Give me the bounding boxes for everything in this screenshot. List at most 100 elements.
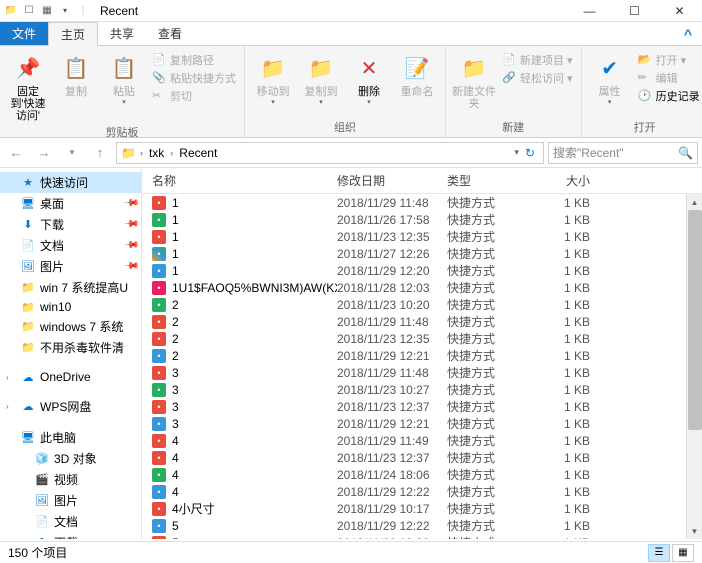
breadcrumb[interactable]: txk bbox=[147, 146, 166, 160]
sidebar-item[interactable]: 🎬视频 bbox=[0, 469, 141, 490]
sidebar-item[interactable]: 📄文档📌 bbox=[0, 235, 141, 256]
addr-dropdown-icon[interactable]: ▾ bbox=[514, 147, 519, 158]
file-type: 快捷方式 bbox=[447, 296, 542, 313]
sidebar-item[interactable]: 🖥桌面📌 bbox=[0, 193, 141, 214]
file-row[interactable]: •1 2018/11/29 12:20 快捷方式 1 KB bbox=[142, 262, 702, 279]
folder-icon: ⬇ bbox=[34, 536, 50, 540]
tab-file[interactable]: 文件 bbox=[0, 22, 48, 45]
paste-shortcut-button[interactable]: 📎粘贴快捷方式 bbox=[152, 70, 236, 86]
view-icons-button[interactable]: ▦ bbox=[672, 544, 694, 562]
up-button[interactable]: ↑ bbox=[88, 141, 112, 165]
sidebar-item[interactable]: 🧊3D 对象 bbox=[0, 448, 141, 469]
open-button[interactable]: 📂打开 ▾ bbox=[638, 52, 700, 68]
scroll-thumb[interactable] bbox=[688, 210, 702, 430]
history-button[interactable]: 🕑历史记录 bbox=[638, 88, 700, 104]
sidebar-item[interactable]: ⬇下载📌 bbox=[0, 214, 141, 235]
paste-button[interactable]: 📋 粘贴 ▾ bbox=[102, 48, 146, 106]
file-row[interactable]: •3 2018/11/29 11:48 快捷方式 1 KB bbox=[142, 364, 702, 381]
copyto-button[interactable]: 📁 复制到▾ bbox=[299, 48, 343, 106]
file-row[interactable]: •4 2018/11/29 11:49 快捷方式 1 KB bbox=[142, 432, 702, 449]
sidebar-item[interactable]: 📄文档 bbox=[0, 511, 141, 532]
file-row[interactable]: •1U1$FAOQ5%BWNI3M)AW(KXU 2018/11/28 12:0… bbox=[142, 279, 702, 296]
file-date: 2018/11/29 11:48 bbox=[337, 196, 447, 210]
file-row[interactable]: •2 2018/11/29 12:21 快捷方式 1 KB bbox=[142, 347, 702, 364]
file-row[interactable]: •2 2018/11/23 10:20 快捷方式 1 KB bbox=[142, 296, 702, 313]
file-row[interactable]: •2 2018/11/29 11:48 快捷方式 1 KB bbox=[142, 313, 702, 330]
breadcrumb[interactable]: Recent bbox=[177, 146, 219, 160]
sidebar-item-onedrive[interactable]: › ☁ OneDrive bbox=[0, 368, 141, 386]
search-input[interactable]: 搜索"Recent" 🔍 bbox=[548, 142, 698, 164]
cut-button[interactable]: ✂剪切 bbox=[152, 88, 236, 104]
help-icon[interactable]: ^ bbox=[674, 22, 702, 45]
refresh-icon[interactable]: ↻ bbox=[525, 146, 535, 160]
file-row[interactable]: •1 2018/11/27 12:26 快捷方式 1 KB bbox=[142, 245, 702, 262]
easy-access-button[interactable]: 🔗轻松访问 ▾ bbox=[502, 70, 573, 86]
file-row[interactable]: •1 2018/11/26 17:58 快捷方式 1 KB bbox=[142, 211, 702, 228]
tab-home[interactable]: 主页 bbox=[48, 22, 98, 46]
scrollbar[interactable]: ▲ ▼ bbox=[686, 194, 702, 539]
chevron-right-icon[interactable]: › bbox=[168, 148, 175, 158]
maximize-button[interactable]: ☐ bbox=[612, 0, 657, 22]
file-row[interactable]: •5 2018/11/23 12:38 快捷方式 1 KB bbox=[142, 534, 702, 539]
new-item-button[interactable]: 📄新建项目 ▾ bbox=[502, 52, 573, 68]
view-details-button[interactable]: ☰ bbox=[648, 544, 670, 562]
search-icon[interactable]: 🔍 bbox=[678, 146, 693, 160]
sidebar-item-thispc[interactable]: 🖥 此电脑 bbox=[0, 427, 141, 448]
column-header-size[interactable]: 大小 bbox=[542, 172, 602, 189]
file-row[interactable]: •3 2018/11/23 12:37 快捷方式 1 KB bbox=[142, 398, 702, 415]
file-name: 2 bbox=[172, 332, 179, 346]
copy-button[interactable]: 📋 复制 bbox=[54, 48, 98, 98]
column-header-name[interactable]: 名称 bbox=[142, 172, 337, 189]
sidebar-item[interactable]: ⬇下载 bbox=[0, 532, 141, 539]
address-bar[interactable]: 📁 › txk › Recent ▾ ↻ bbox=[116, 142, 544, 164]
file-row[interactable]: •4 2018/11/23 12:37 快捷方式 1 KB bbox=[142, 449, 702, 466]
qat-icon-1[interactable]: ☐ bbox=[22, 4, 36, 18]
file-type: 快捷方式 bbox=[447, 517, 542, 534]
file-row[interactable]: •3 2018/11/29 12:21 快捷方式 1 KB bbox=[142, 415, 702, 432]
file-row[interactable]: •4 2018/11/24 18:06 快捷方式 1 KB bbox=[142, 466, 702, 483]
forward-button[interactable]: → bbox=[32, 141, 56, 165]
delete-button[interactable]: ✕ 删除▾ bbox=[347, 48, 391, 106]
moveto-button[interactable]: 📁 移动到▾ bbox=[251, 48, 295, 106]
file-row[interactable]: •2 2018/11/23 12:35 快捷方式 1 KB bbox=[142, 330, 702, 347]
close-button[interactable]: ✕ bbox=[657, 0, 702, 22]
file-row[interactable]: •1 2018/11/23 12:35 快捷方式 1 KB bbox=[142, 228, 702, 245]
sidebar-item[interactable]: 📁windows 7 系统 bbox=[0, 316, 141, 337]
expand-icon[interactable]: › bbox=[6, 373, 16, 382]
qat-icon-2[interactable]: ▦ bbox=[40, 4, 54, 18]
sidebar-item[interactable]: 📁win 7 系统提高U bbox=[0, 277, 141, 298]
expand-icon[interactable]: › bbox=[6, 402, 16, 411]
scroll-up-icon[interactable]: ▲ bbox=[687, 194, 702, 210]
sidebar-item-quickaccess[interactable]: ★ 快速访问 bbox=[0, 172, 141, 193]
edit-button[interactable]: ✏编辑 bbox=[638, 70, 700, 86]
sidebar-item[interactable]: 🖼图片 bbox=[0, 490, 141, 511]
file-row[interactable]: •5 2018/11/29 12:22 快捷方式 1 KB bbox=[142, 517, 702, 534]
new-folder-button[interactable]: 📁 新建文件夹 bbox=[452, 48, 496, 110]
sidebar-item[interactable]: 🖼图片📌 bbox=[0, 256, 141, 277]
tab-view[interactable]: 查看 bbox=[146, 22, 194, 45]
file-row[interactable]: •4小尺寸 2018/11/29 10:17 快捷方式 1 KB bbox=[142, 500, 702, 517]
chevron-right-icon[interactable]: › bbox=[138, 148, 145, 158]
copy-path-button[interactable]: 📄复制路径 bbox=[152, 52, 236, 68]
file-row[interactable]: •3 2018/11/23 10:27 快捷方式 1 KB bbox=[142, 381, 702, 398]
rename-button[interactable]: 📝 重命名 bbox=[395, 48, 439, 98]
sidebar-item[interactable]: 📁win10 bbox=[0, 298, 141, 316]
file-icon: • bbox=[152, 400, 166, 414]
back-button[interactable]: ← bbox=[4, 141, 28, 165]
column-header-type[interactable]: 类型 bbox=[447, 172, 542, 189]
tab-share[interactable]: 共享 bbox=[98, 22, 146, 45]
navigation-pane[interactable]: ★ 快速访问 🖥桌面📌⬇下载📌📄文档📌🖼图片📌📁win 7 系统提高U📁win1… bbox=[0, 168, 142, 539]
file-size: 1 KB bbox=[542, 451, 602, 465]
properties-button[interactable]: ✔ 属性▾ bbox=[588, 48, 632, 106]
recent-locations-icon[interactable]: ▾ bbox=[60, 141, 84, 165]
sidebar-item-wps[interactable]: › ☁ WPS网盘 bbox=[0, 396, 141, 417]
folder-icon: 🎬 bbox=[34, 473, 50, 487]
file-row[interactable]: •4 2018/11/29 12:22 快捷方式 1 KB bbox=[142, 483, 702, 500]
scroll-down-icon[interactable]: ▼ bbox=[687, 523, 702, 539]
minimize-button[interactable]: — bbox=[567, 0, 612, 22]
sidebar-item[interactable]: 📁不用杀毒软件清 bbox=[0, 337, 141, 358]
file-row[interactable]: •1 2018/11/29 11:48 快捷方式 1 KB bbox=[142, 194, 702, 211]
qat-dropdown-icon[interactable]: ▾ bbox=[58, 4, 72, 18]
column-header-date[interactable]: 修改日期 bbox=[337, 172, 447, 189]
pin-to-quickaccess-button[interactable]: 📌 固定到'快速访问' bbox=[6, 48, 50, 122]
